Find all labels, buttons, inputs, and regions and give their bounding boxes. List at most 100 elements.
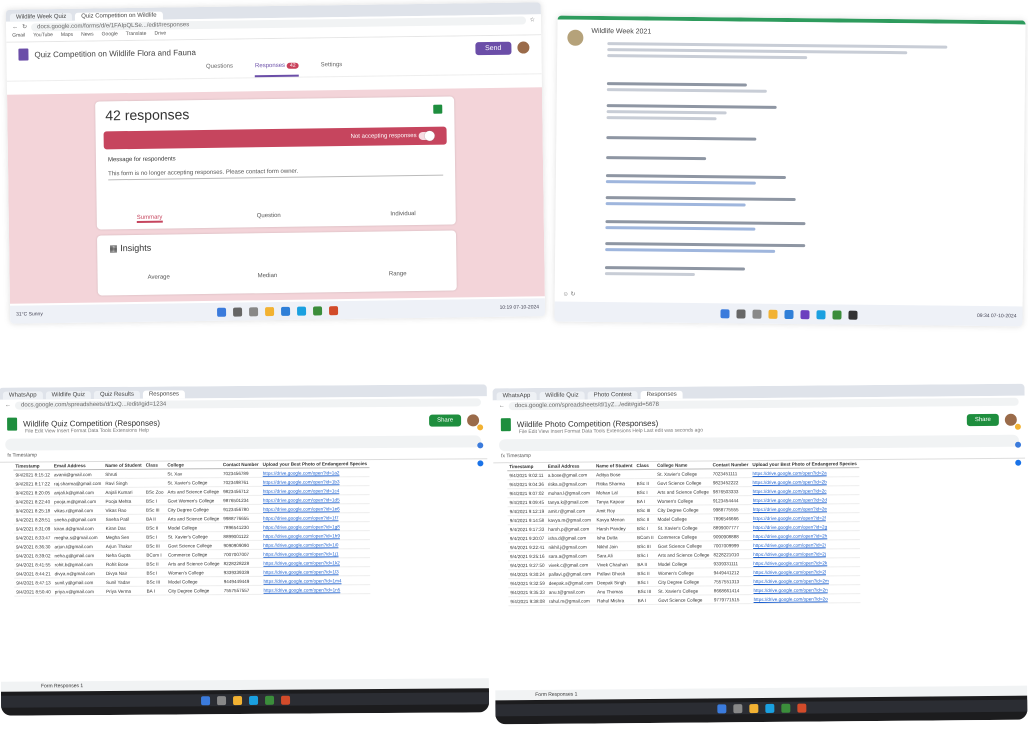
bookmark[interactable]: Translate — [126, 31, 147, 40]
table-cell[interactable]: BA II — [635, 559, 656, 569]
table-cell[interactable]: St. Xavier's College — [655, 468, 711, 479]
table-cell[interactable]: 9090908888 — [711, 531, 752, 541]
table-cell[interactable]: megha.s@gmail.com — [52, 532, 104, 542]
table-cell[interactable]: sara.a@gmail.com — [546, 550, 595, 561]
table-cell[interactable]: BSc III — [634, 505, 656, 515]
table-cell[interactable]: St. Xavier's College — [165, 531, 222, 542]
table-cell[interactable]: BA II — [144, 514, 166, 524]
table-cell[interactable]: BSc I — [635, 550, 656, 560]
table-cell[interactable]: 9/4/2021 8:41:55 — [14, 559, 53, 570]
table-cell[interactable]: Model College — [655, 558, 712, 569]
file-explorer-icon[interactable] — [232, 695, 242, 705]
back-icon[interactable]: ← — [5, 402, 11, 408]
table-cell[interactable]: 9123456780 — [221, 504, 261, 514]
table-cell[interactable]: 8899001122 — [221, 531, 262, 541]
table-cell[interactable]: 8668661414 — [711, 585, 752, 595]
chrome-icon[interactable] — [313, 305, 323, 315]
table-cell[interactable]: St. Xavier's College — [655, 522, 712, 533]
table-cell[interactable]: 9/4/2021 8:44:21 — [14, 568, 53, 579]
table-cell[interactable]: Arts and Science College — [655, 549, 712, 560]
edge-icon[interactable] — [248, 695, 258, 705]
table-cell[interactable]: 9/4/2021 9:32:59 — [508, 578, 547, 588]
table-cell[interactable]: 9/4/2021 9:27:50 — [508, 560, 547, 570]
contacts-icon[interactable] — [477, 460, 484, 467]
table-cell[interactable]: 9/4/2021 9:09:45 — [507, 497, 547, 507]
share-button[interactable]: Share — [966, 413, 999, 427]
table-cell[interactable] — [634, 469, 656, 479]
column-header[interactable]: Class — [143, 461, 166, 470]
table-cell[interactable]: Anu Thomas — [595, 586, 636, 596]
table-cell[interactable]: vivek.c@gmail.com — [546, 559, 595, 570]
table-cell[interactable]: 7007009999 — [711, 540, 752, 550]
table-cell[interactable]: 7023498761 — [221, 477, 261, 487]
bookmark[interactable]: Maps — [61, 32, 73, 41]
doc-link-line[interactable] — [605, 202, 746, 207]
task-view-icon[interactable] — [249, 306, 259, 316]
table-cell[interactable]: 9449441212 — [711, 567, 752, 577]
table-cell[interactable]: BCom I — [144, 550, 166, 560]
table-cell[interactable]: 9/4/2021 8:50:40 — [14, 586, 53, 597]
table-cell[interactable]: Model College — [655, 513, 712, 524]
message-field[interactable]: This form is no longer accepting respons… — [108, 166, 444, 181]
table-cell[interactable]: Govt Science College — [656, 594, 712, 605]
chrome-icon[interactable] — [780, 703, 790, 713]
table-cell[interactable]: vikas.r@gmail.com — [52, 505, 104, 515]
app-icon[interactable] — [847, 310, 858, 320]
table-cell[interactable]: Mohan Lal — [594, 487, 635, 497]
table-cell[interactable]: BSc III — [635, 586, 657, 596]
table-cell[interactable]: BSc II — [634, 478, 656, 488]
table-cell[interactable]: City Degree College — [655, 504, 712, 515]
table-cell[interactable]: Commerce College — [165, 549, 222, 560]
tab-individual[interactable]: Individual — [390, 211, 415, 217]
share-button[interactable]: Share — [429, 414, 462, 427]
bookmark[interactable]: Drive — [154, 31, 166, 40]
teams-icon[interactable] — [799, 309, 810, 319]
table-cell[interactable]: Arts and Science College — [165, 486, 222, 497]
bookmark[interactable]: YouTube — [33, 32, 53, 41]
table-cell[interactable]: Ritika Sharma — [594, 478, 635, 488]
table-cell[interactable]: 9/4/2021 9:35:33 — [508, 587, 547, 597]
table-cell[interactable]: BCom II — [635, 532, 656, 542]
table-cell[interactable]: Shruti — [103, 469, 144, 479]
table-cell[interactable]: 7023451111 — [710, 468, 751, 478]
sheets-link-icon[interactable] — [433, 104, 443, 114]
browser-tab[interactable]: Quiz Results — [93, 390, 140, 400]
table-cell[interactable]: Model College — [165, 522, 222, 533]
table-cell[interactable]: BSc I — [634, 523, 656, 533]
table-cell[interactable] — [143, 478, 166, 488]
store-icon[interactable] — [281, 306, 291, 316]
table-cell[interactable]: rohit.b@gmail.com — [52, 559, 104, 569]
table-cell[interactable]: Pallavi Ghosh — [594, 568, 636, 578]
tasks-icon[interactable] — [477, 442, 484, 449]
table-cell[interactable]: pallavi.g@gmail.com — [546, 568, 595, 579]
table-cell[interactable]: deepak.s@gmail.com — [546, 577, 596, 588]
table-cell[interactable]: BSc I — [635, 577, 657, 587]
bookmark[interactable]: Google — [102, 31, 118, 40]
table-cell[interactable]: 9/4/2021 9:07:02 — [507, 488, 546, 498]
browser-tab[interactable]: Wildlife Week Quiz — [9, 12, 73, 22]
table-cell[interactable]: BA I — [635, 595, 657, 605]
table-cell[interactable]: 8228221010 — [711, 549, 752, 559]
table-cell[interactable]: tanya.k@gmail.com — [545, 496, 595, 507]
table-cell[interactable]: Women's College — [655, 567, 712, 578]
table-cell[interactable]: 9449449449 — [221, 576, 262, 586]
table-cell[interactable]: 7896541230 — [221, 522, 262, 532]
send-button[interactable]: Send — [474, 41, 512, 55]
accepting-toggle[interactable] — [418, 131, 435, 140]
table-cell[interactable]: Ravi Singh — [103, 478, 144, 488]
table-cell[interactable]: Govt Science College — [655, 477, 711, 488]
weather-widget[interactable]: 31°C Sunny — [16, 311, 43, 317]
table-cell[interactable]: Women's College — [166, 567, 222, 578]
table-cell[interactable]: 9/4/2021 8:36:30 — [13, 541, 53, 552]
table-cell[interactable]: 9339339339 — [221, 567, 262, 577]
table-cell[interactable]: mohan.l@gmail.com — [545, 487, 595, 498]
chrome-icon[interactable] — [264, 695, 274, 705]
star-icon[interactable]: ☆ — [530, 16, 535, 23]
table-cell[interactable]: 9823452222 — [710, 477, 751, 487]
table-cell[interactable]: 9/4/2021 8:15:12 — [13, 469, 52, 480]
back-icon[interactable]: ← — [499, 403, 505, 409]
table-cell[interactable]: avanii@gmail.com — [51, 469, 104, 479]
table-cell[interactable]: Harsh Pandey — [594, 523, 636, 533]
table-cell[interactable]: Sara Ali — [594, 550, 636, 560]
start-icon[interactable] — [719, 308, 730, 318]
